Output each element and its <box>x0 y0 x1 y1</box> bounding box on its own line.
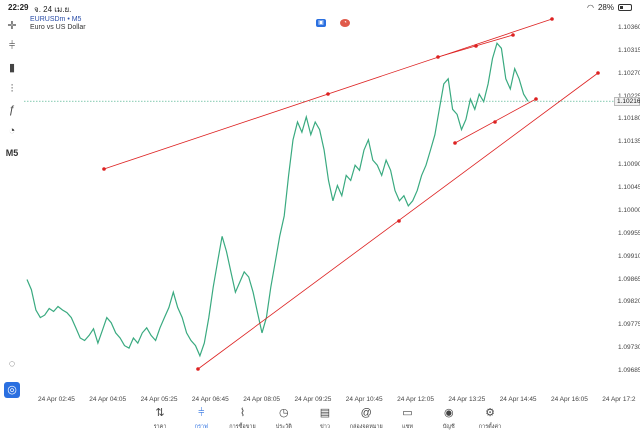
trend-line-anchor <box>596 71 600 75</box>
one-click-trading-icon[interactable]: ◎ <box>4 382 20 398</box>
price-scale-label: 1.10000 <box>618 206 640 214</box>
price-scale-label: 1.10315 <box>618 46 640 54</box>
trend-line-anchor <box>326 92 330 96</box>
trade-icon: ⌇ <box>239 407 246 419</box>
bottom-navigation: ⇅ ราคา ⫩ กราฟ ⌇ การซื้อขาย ◷ ประวัติ ▤ ข่าว @ กล่อง… <box>140 406 510 440</box>
trend-line-anchor <box>550 17 554 21</box>
time-scale-label: 24 Apr 16:05 <box>551 396 588 403</box>
trend-line-anchor <box>493 120 497 124</box>
nav-label: กราฟ <box>194 424 208 430</box>
time-scale-label: 24 Apr 06:45 <box>191 396 229 403</box>
nav-label: การตั้งค่า <box>478 424 502 430</box>
battery-icon <box>618 4 632 11</box>
price-scale-label: 1.10090 <box>618 161 640 169</box>
status-time: 22:29 <box>8 3 29 12</box>
price-chart[interactable] <box>24 14 616 391</box>
chart-canvas[interactable] <box>24 14 616 391</box>
time-scale-label: 24 Apr 12:05 <box>397 396 434 403</box>
chart-icon: ⫩ <box>198 407 205 419</box>
time-scale-label: 24 Apr 13:25 <box>448 396 486 403</box>
mailbox-icon: @ <box>360 407 372 419</box>
nav-news[interactable]: ▤ ข่าว <box>305 406 345 440</box>
nav-mailbox[interactable]: @ กล่องจดหมาย <box>346 406 386 440</box>
trend-line-anchor <box>102 167 106 171</box>
price-scale-label: 1.09730 <box>618 344 640 352</box>
trend-line-anchor <box>436 55 440 59</box>
chart-toolbar: ✛ ⫩ ▮ ⫶ ƒ ◔ M5 ◌ ◎ <box>0 14 24 404</box>
status-bar: 22:29 จ. 24 เม.ย. ◠ 28% <box>0 0 640 14</box>
nav-label: การซื้อขาย <box>229 424 256 430</box>
trend-line-anchor <box>397 219 401 223</box>
accounts-icon: ◉ <box>443 407 454 419</box>
price-scale-label: 1.10360 <box>618 24 640 31</box>
time-scale-label: 24 Apr 02:45 <box>38 396 75 403</box>
time-scale-label: 24 Apr 04:05 <box>89 396 127 403</box>
nav-accounts[interactable]: ◉ บัญชี <box>429 406 469 440</box>
price-scale-label: 1.10180 <box>618 115 640 123</box>
time-scale-label: 24 Apr 14:45 <box>499 396 537 403</box>
time-scale-label: 24 Apr 17:2 <box>602 396 636 403</box>
timeframe-button[interactable]: M5 <box>4 145 20 161</box>
objects-icon[interactable]: ◔ <box>4 123 20 139</box>
status-right: ◠ 28% <box>587 3 632 12</box>
quotes-icon: ⇅ <box>155 407 165 419</box>
wifi-icon: ◠ <box>587 3 594 12</box>
candles-icon[interactable]: ⫩ <box>4 38 20 54</box>
price-scale-label: 1.10045 <box>618 184 640 192</box>
history-icon: ◷ <box>278 407 289 419</box>
current-price-tag: 1.10216 <box>614 96 640 106</box>
battery-percent: 28% <box>597 3 614 12</box>
settings-icon: ⚙ <box>485 407 495 419</box>
price-line <box>26 41 529 358</box>
indicators-icon[interactable]: ⫶ <box>4 81 20 97</box>
nav-settings[interactable]: ⚙ การตั้งค่า <box>470 406 510 440</box>
time-scale-label: 24 Apr 08:05 <box>243 396 281 403</box>
nav-label: บัญชี <box>442 424 455 430</box>
nav-label: แชท <box>402 424 413 430</box>
news-icon: ▤ <box>319 407 331 419</box>
trend-line-anchor <box>511 33 515 37</box>
trend-line-anchor <box>196 367 200 371</box>
trend-line-anchor <box>534 97 538 101</box>
trend-line-anchor <box>474 44 478 48</box>
price-scale-label: 1.09685 <box>618 367 640 374</box>
price-scale-label: 1.09955 <box>618 229 640 237</box>
nav-label: ข่าว <box>320 424 330 430</box>
chat-icon: ▭ <box>402 407 413 419</box>
crosshair-icon[interactable]: ✛ <box>4 18 20 34</box>
nav-quotes[interactable]: ⇅ ราคา <box>140 406 180 440</box>
nav-history[interactable]: ◷ ประวัติ <box>264 406 304 440</box>
time-scale-label: 24 Apr 09:25 <box>294 396 332 403</box>
nav-label: กล่องจดหมาย <box>349 424 383 430</box>
function-icon[interactable]: ƒ <box>4 102 20 118</box>
price-scale-label: 1.09775 <box>618 321 640 329</box>
nav-chat[interactable]: ▭ แชท <box>388 406 428 440</box>
price-scale-label: 1.09910 <box>618 252 640 260</box>
time-scale-label: 24 Apr 10:45 <box>345 396 383 403</box>
nav-label: ประวัติ <box>275 424 292 430</box>
price-scale-label: 1.09820 <box>618 298 640 306</box>
trend-line-anchor <box>453 141 457 145</box>
nav-chart[interactable]: ⫩ กราฟ <box>181 406 221 440</box>
chart-settings-icon[interactable]: ◌ <box>4 356 20 372</box>
nav-trade[interactable]: ⌇ การซื้อขาย <box>223 406 263 440</box>
price-scale-label: 1.10270 <box>618 69 640 77</box>
price-scale-label: 1.09865 <box>618 275 640 283</box>
nav-label: ราคา <box>153 424 167 430</box>
bars-icon[interactable]: ▮ <box>4 60 20 76</box>
time-scale-label: 24 Apr 05:25 <box>140 396 178 403</box>
price-scale-label: 1.10135 <box>618 138 640 146</box>
